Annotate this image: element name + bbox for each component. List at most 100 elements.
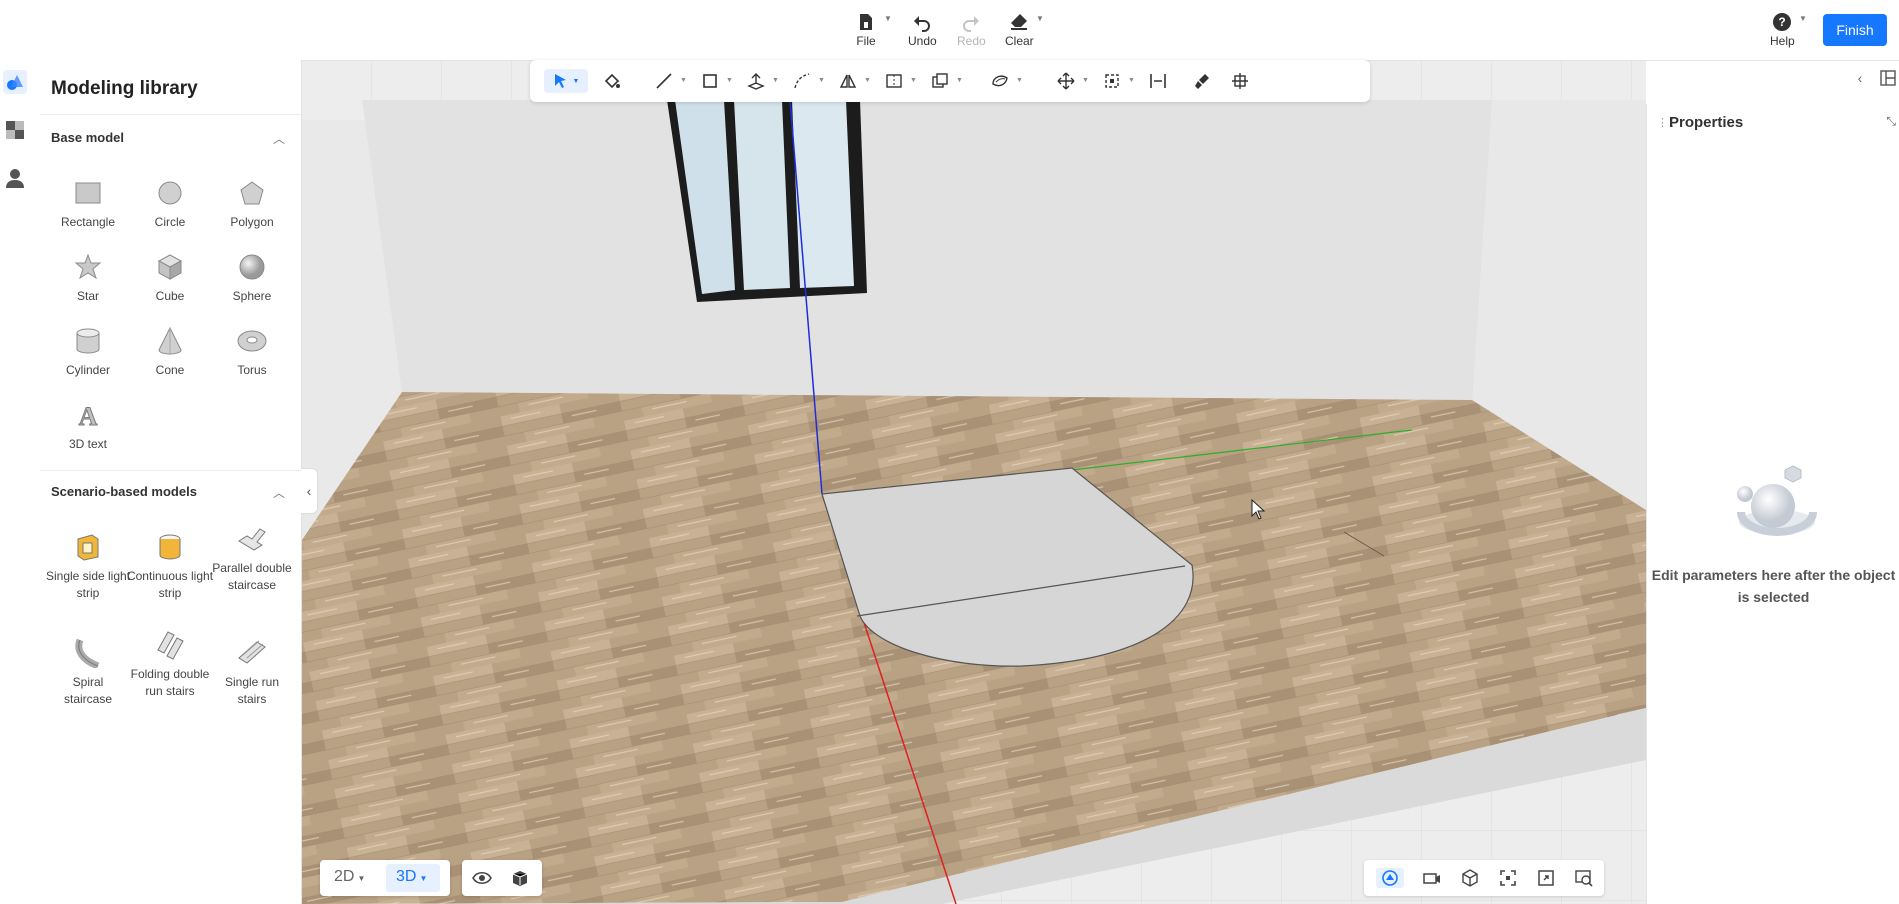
view-3d-button[interactable]: 3D ▼ [396,868,427,886]
circle-item[interactable]: Circle [129,178,211,231]
properties-panel: ⋮⋮ Properties ⤡ Edit parameters here aft… [1646,104,1899,904]
zoom-search-icon[interactable] [1574,868,1594,888]
rectangle-item[interactable]: Rectangle [47,178,129,231]
line-tool-button[interactable] [652,69,676,93]
modeling-library-panel: Modeling library Base model ︿ Rectangle … [30,60,302,904]
camera-settings-icon[interactable] [1422,868,1442,888]
item-label: Torus [237,363,267,377]
paint-tool-button[interactable] [600,69,624,93]
mirror-dropdown-icon[interactable]: ▼ [864,77,871,84]
material-tab-icon[interactable] [3,118,27,142]
drawing-toolbar: ▼ ▼ ▼ ▼ ▼ ▼ ▼ ▼ ▼ ▼ ▼ [530,60,1370,102]
cube-item[interactable]: Cube [129,252,211,305]
scale-dropdown-icon[interactable]: ▼ [1128,77,1135,84]
finish-button[interactable]: Finish [1823,14,1887,46]
move-dropdown-icon[interactable]: ▼ [1082,77,1089,84]
sphere-item[interactable]: Sphere [211,252,293,305]
modeling-tab-icon[interactable] [3,70,27,94]
item-label: Continuous light strip [126,569,214,600]
view-mode-switch: 2D ▼ 3D ▼ [320,860,450,896]
cube-view-icon[interactable] [1460,868,1480,888]
properties-empty-message: Edit parameters here after the object is… [1651,567,1896,605]
split-tool-button[interactable] [882,69,906,93]
parallel-double-staircase-item[interactable]: Parallel double staircase [211,524,293,594]
pin-icon[interactable]: ⤡ [1886,114,1896,129]
path-dropdown-icon[interactable]: ▼ [818,77,825,84]
move-tool-button[interactable] [1054,69,1078,93]
chevron-left-icon: ‹ [1857,70,1863,86]
eye-icon[interactable] [472,868,492,888]
file-button[interactable]: File [856,12,876,48]
push-pull-dropdown-icon[interactable]: ▼ [772,77,779,84]
clear-button[interactable]: Clear [1005,12,1034,48]
fit-view-icon[interactable] [1498,868,1518,888]
item-label: Spiral staircase [63,675,113,706]
line-dropdown-icon[interactable]: ▼ [680,77,687,84]
item-label: Cylinder [65,363,110,377]
circle-icon [155,178,185,208]
star-item[interactable]: Star [47,252,129,305]
rectangle-tool-icon [703,74,717,88]
cylinder-icon [73,326,103,356]
push-pull-tool-button[interactable] [744,69,768,93]
torus-item[interactable]: Torus [211,326,293,379]
help-icon: ? [1773,13,1792,31]
mirror-tool-button[interactable] [836,69,860,93]
rectangle-dropdown-icon[interactable]: ▼ [726,77,733,84]
single-run-stairs-item[interactable]: Single run stairs [211,638,293,708]
path-tool-button[interactable] [790,69,814,93]
shell-tool-button[interactable] [988,69,1012,93]
continuous-light-strip-item[interactable]: Continuous light strip [125,532,215,602]
item-label: Folding double run stairs [130,667,210,698]
continuous-light-strip-icon [155,532,185,562]
layout-toggle-icon[interactable] [1876,62,1899,94]
scene-canvas[interactable] [302,60,1646,904]
collapse-library-button[interactable]: ‹ [301,468,318,514]
undo-button[interactable]: Undo [908,12,937,48]
rectangle-tool-button[interactable] [698,69,722,93]
single-side-light-strip-item[interactable]: Single side light strip [43,532,133,602]
orbit-icon[interactable] [1376,868,1404,888]
shell-icon [992,75,1008,87]
cube-icon [155,252,185,282]
zoom-window-icon[interactable] [1536,868,1556,888]
3d-text-item[interactable]: A 3D text [47,400,129,453]
single-run-stairs-icon [237,638,267,668]
top-bar: File ▼ Undo Redo Clear ▼ ? Help ▼ Finish [0,0,1899,61]
clear-dropdown-icon[interactable]: ▼ [1036,14,1044,23]
cone-icon [155,326,185,356]
combine-tool-button[interactable] [928,69,952,93]
measure-tool-button[interactable] [1146,69,1170,93]
user-tab-icon[interactable] [3,166,27,190]
base-model-collapse-icon[interactable]: ︿ [273,130,285,147]
sweep-tool-button[interactable] [1190,69,1214,93]
combine-dropdown-icon[interactable]: ▼ [956,77,963,84]
cylinder-item[interactable]: Cylinder [47,326,129,379]
rectangle-icon [73,178,103,208]
svg-text:A: A [79,402,98,429]
item-label: Single side light strip [45,569,131,600]
help-label: Help [1770,34,1795,48]
box-view-icon[interactable] [510,868,530,888]
file-dropdown-icon[interactable]: ▼ [884,14,892,23]
section-tool-button[interactable] [1228,69,1252,93]
folding-double-run-stairs-item[interactable]: Folding double run stairs [129,630,211,700]
3d-viewport[interactable] [302,60,1646,904]
shell-dropdown-icon[interactable]: ▼ [1016,77,1023,84]
help-dropdown-icon[interactable]: ▼ [1799,14,1807,23]
chevron-left-icon: ‹ [306,483,312,499]
view-2d-button[interactable]: 2D ▼ [334,868,365,886]
scenario-collapse-icon[interactable]: ︿ [273,484,285,501]
redo-button[interactable]: Redo [957,12,986,48]
help-button[interactable]: ? Help [1770,12,1795,48]
polygon-item[interactable]: Polygon [211,178,293,231]
collapse-properties-button[interactable]: ‹ [1848,62,1872,94]
spiral-staircase-item[interactable]: Spiral staircase [47,638,129,708]
scale-tool-button[interactable] [1100,69,1124,93]
push-pull-icon [747,73,765,90]
select-dropdown-icon[interactable]: ▼ [573,78,580,85]
torus-icon [237,326,267,356]
cone-item[interactable]: Cone [129,326,211,379]
select-tool-button[interactable]: ▼ [544,69,588,93]
split-dropdown-icon[interactable]: ▼ [910,77,917,84]
